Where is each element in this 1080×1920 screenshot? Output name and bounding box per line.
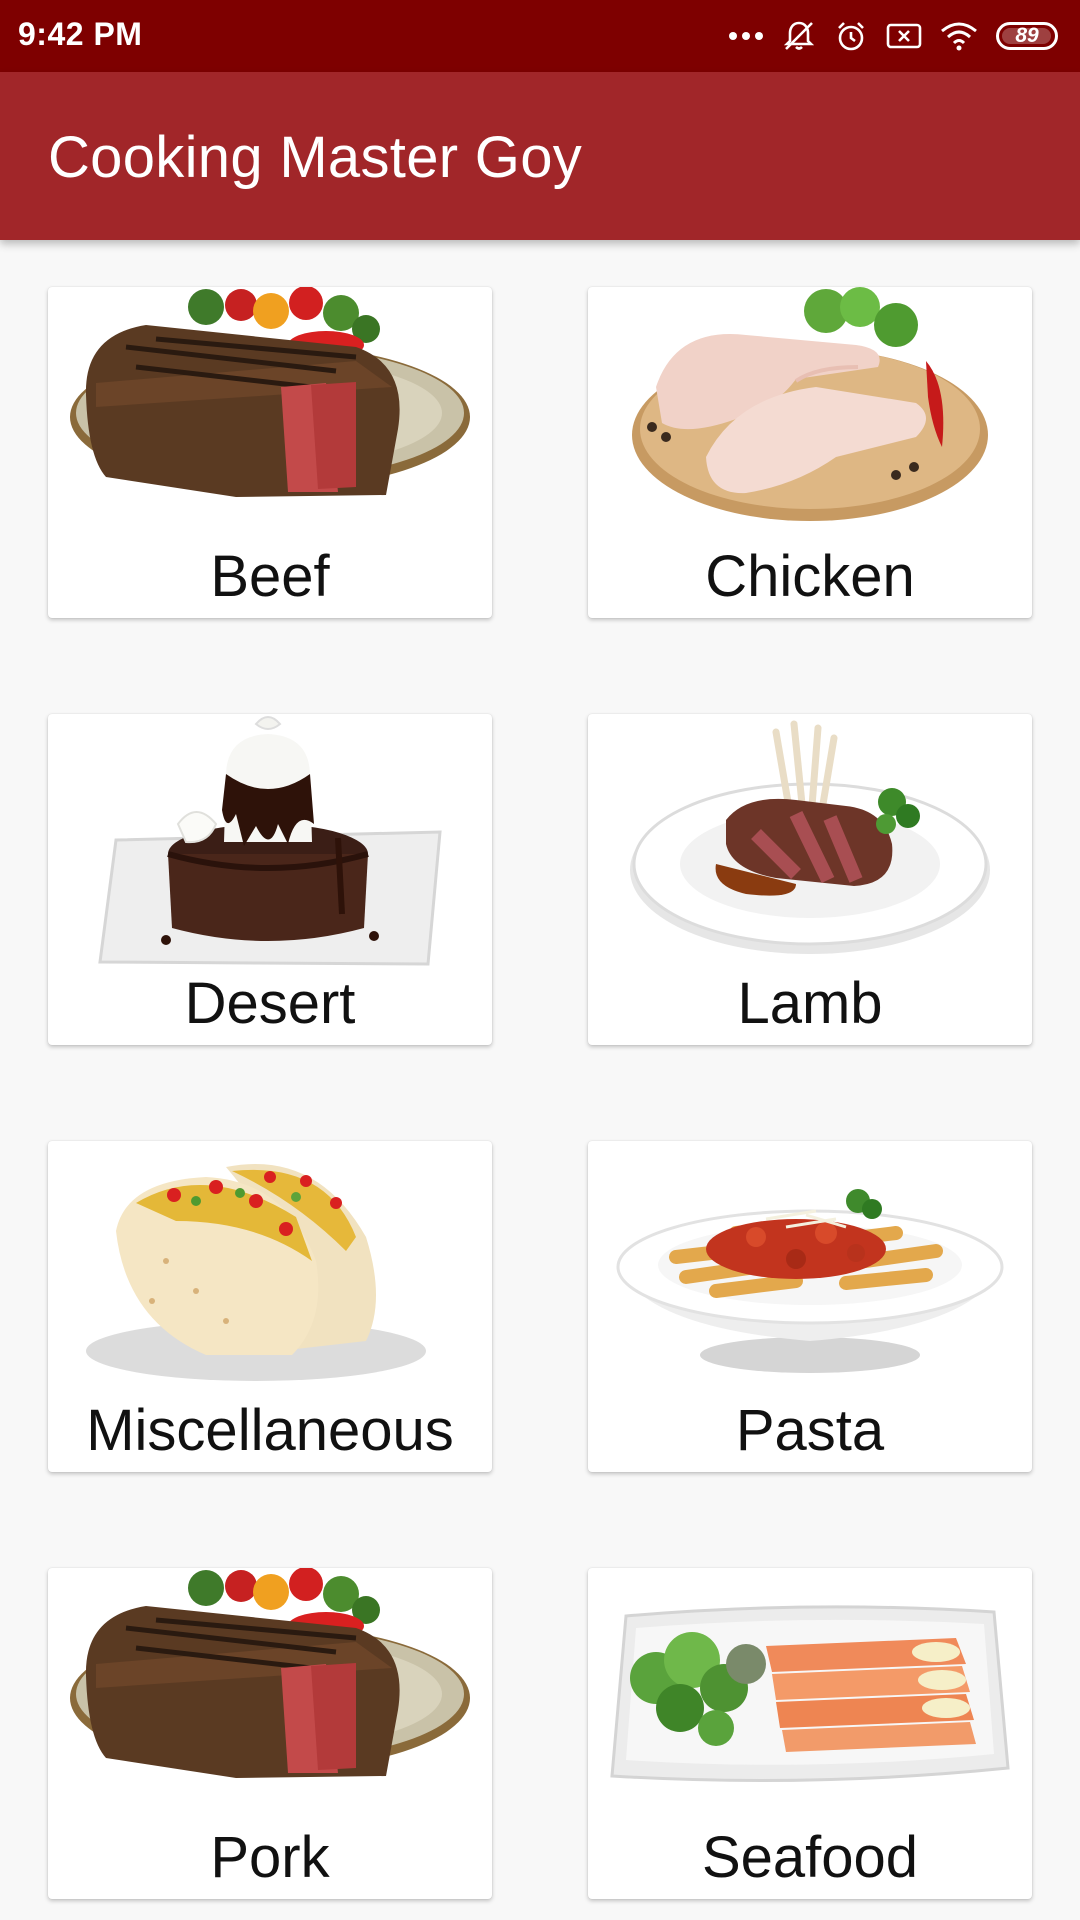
category-label: Miscellaneous: [86, 1398, 454, 1463]
category-card-desert[interactable]: Desert: [48, 714, 492, 1045]
category-label: Seafood: [701, 1825, 919, 1890]
category-card-beef[interactable]: Beef: [48, 287, 492, 618]
category-label: Chicken: [705, 544, 915, 609]
tacos-image: [86, 1163, 426, 1381]
salmon-salad-plate-image: [610, 1605, 1010, 1782]
lamb-chops-plate-image: [630, 720, 990, 954]
category-grid: Beef Chicken Desert Lamb Miscellaneous P…: [0, 0, 1080, 1920]
category-card-pasta[interactable]: Pasta: [588, 1141, 1032, 1472]
chocolate-cake-image: [98, 716, 442, 966]
category-card-chicken[interactable]: Chicken: [588, 287, 1032, 618]
category-label: Lamb: [737, 971, 883, 1036]
steak-plate-image: [70, 287, 470, 497]
raw-chicken-board-image: [632, 287, 988, 521]
category-card-miscellaneous[interactable]: Miscellaneous: [48, 1141, 492, 1472]
category-label: Desert: [184, 971, 356, 1036]
steak-plate-image: [70, 1568, 470, 1778]
category-card-pork[interactable]: Pork: [48, 1568, 492, 1899]
category-label: Pork: [210, 1825, 330, 1890]
category-card-seafood[interactable]: Seafood: [588, 1568, 1032, 1899]
category-card-lamb[interactable]: Lamb: [588, 714, 1032, 1045]
category-label: Pasta: [735, 1398, 885, 1463]
category-label: Beef: [210, 544, 330, 609]
penne-pasta-bowl-image: [616, 1189, 1004, 1373]
